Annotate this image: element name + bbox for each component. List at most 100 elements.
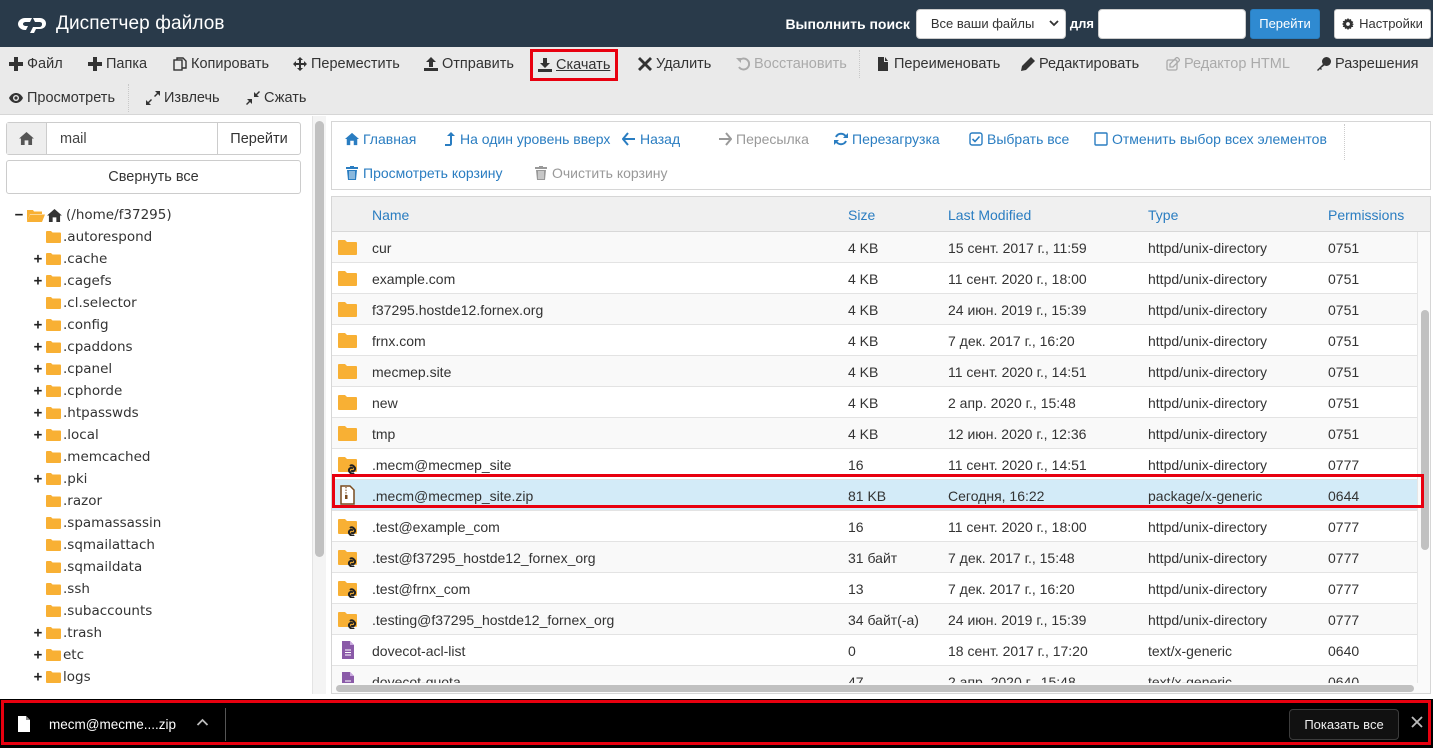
cpanel-logo[interactable]: [16, 14, 48, 34]
tree-item[interactable]: + .pki: [33, 468, 88, 490]
download-item[interactable]: mecm@mecme....zip: [14, 709, 176, 739]
file-name: tmp: [372, 426, 396, 442]
table-row[interactable]: dovecot-acl-list 0 18 сент. 2017 г., 17:20…: [332, 635, 1417, 666]
rename-button[interactable]: Переименовать: [876, 51, 1000, 77]
nav-reload-link[interactable]: Перезагрузка: [834, 131, 940, 147]
chevron-up-icon[interactable]: [196, 717, 209, 727]
table-row[interactable]: tmp 4 KB 12 июн. 2020 г., 12:36 httpd/unix-…: [332, 418, 1417, 449]
column-header-name[interactable]: Name: [372, 207, 409, 223]
view-trash-link[interactable]: Просмотреть корзину: [345, 165, 503, 181]
restore-button[interactable]: Восстановить: [736, 51, 847, 77]
tree-item[interactable]: + etc: [33, 644, 84, 666]
tree-scrollbar[interactable]: [312, 116, 326, 694]
tree-item[interactable]: + .htpasswds: [33, 402, 139, 424]
show-all-downloads-button[interactable]: Показать все: [1289, 709, 1399, 740]
expand-toggle-icon[interactable]: +: [33, 361, 43, 377]
tree-item[interactable]: + .cache: [33, 248, 108, 270]
tree-item[interactable]: .subaccounts: [33, 600, 152, 622]
new-folder-button[interactable]: Папка: [88, 51, 147, 77]
path-go-button[interactable]: Перейти: [218, 123, 300, 154]
compress-button[interactable]: Сжать: [246, 85, 306, 111]
path-input[interactable]: mail: [47, 123, 218, 154]
view-button[interactable]: Просмотреть: [9, 85, 115, 111]
tree-item[interactable]: .memcached: [33, 446, 150, 468]
table-horizontal-scrollbar-thumb[interactable]: [336, 685, 1414, 692]
nav-up-level-link[interactable]: На один уровень вверх: [442, 131, 610, 147]
expand-toggle-icon[interactable]: +: [33, 647, 43, 663]
collapse-all-button[interactable]: Свернуть все: [6, 160, 301, 194]
tree-item[interactable]: + logs: [33, 666, 91, 688]
table-row[interactable]: .test@f37295_hostde12_fornex_org 31 байт 7…: [332, 542, 1417, 573]
expand-toggle-icon[interactable]: +: [33, 317, 43, 333]
permissions-button[interactable]: Разрешения: [1317, 51, 1419, 77]
table-row[interactable]: .test@example_com 16 11 сент. 2020 г., 18:…: [332, 511, 1417, 542]
table-row[interactable]: .mecm@mecmep_site 16 11 сент. 2020 г., 14:…: [332, 449, 1417, 480]
tree-item[interactable]: + .cphorde: [33, 380, 123, 402]
expand-toggle-icon[interactable]: +: [33, 427, 43, 443]
html-editor-button[interactable]: Редактор HTML: [1166, 51, 1290, 77]
path-home-button[interactable]: [7, 123, 47, 154]
table-row[interactable]: new 4 KB 2 апр. 2020 г., 15:48 httpd/unix-d…: [332, 387, 1417, 418]
search-go-button[interactable]: Перейти: [1250, 8, 1320, 39]
tree-item[interactable]: + .cagefs: [33, 270, 112, 292]
file-size: 13: [848, 581, 864, 597]
expand-toggle-icon[interactable]: +: [33, 273, 43, 289]
table-vertical-scrollbar[interactable]: [1417, 232, 1430, 684]
tree-item[interactable]: + .cpaddons: [33, 336, 133, 358]
collapse-toggle-icon[interactable]: −: [14, 207, 24, 223]
delete-button[interactable]: Удалить: [638, 51, 711, 77]
tree-root[interactable]: − (/home/f37295): [14, 204, 172, 226]
expand-toggle-icon[interactable]: +: [33, 471, 43, 487]
table-row[interactable]: example.com 4 KB 11 сент. 2020 г., 18:00 ht…: [332, 263, 1417, 294]
column-header-permissions[interactable]: Permissions: [1328, 207, 1404, 223]
column-header-last-modified[interactable]: Last Modified: [948, 207, 1031, 223]
table-row[interactable]: .test@frnx_com 13 7 дек. 2017 г., 16:20 htt…: [332, 573, 1417, 604]
tree-item[interactable]: .razor: [33, 490, 102, 512]
table-horizontal-scrollbar[interactable]: [332, 683, 1430, 693]
table-row[interactable]: .testing@f37295_hostde12_fornex_org 34 ба…: [332, 604, 1417, 635]
tree-item[interactable]: + .config: [33, 314, 109, 336]
edit-button[interactable]: Редактировать: [1021, 51, 1139, 77]
tree-scrollbar-thumb[interactable]: [315, 121, 324, 557]
tree-item[interactable]: .ssh: [33, 578, 90, 600]
tree-item[interactable]: .spamassassin: [33, 512, 161, 534]
new-file-button[interactable]: Файл: [9, 51, 63, 77]
expand-toggle-icon[interactable]: +: [33, 669, 43, 685]
table-row[interactable]: frnx.com 4 KB 7 дек. 2017 г., 16:20 httpd/u…: [332, 325, 1417, 356]
close-icon[interactable]: [1410, 715, 1424, 729]
tree-item[interactable]: .sqmailattach: [33, 534, 155, 556]
expand-toggle-icon[interactable]: +: [33, 625, 43, 641]
tree-item[interactable]: .cl.selector: [33, 292, 137, 314]
expand-toggle-icon[interactable]: +: [33, 251, 43, 267]
table-row[interactable]: f37295.hostde12.fornex.org 4 KB 24 июн. 20…: [332, 294, 1417, 325]
tree-item[interactable]: + .cpanel: [33, 358, 112, 380]
expand-toggle-icon[interactable]: +: [33, 339, 43, 355]
table-row[interactable]: cur 4 KB 15 сент. 2017 г., 11:59 httpd/unix…: [332, 232, 1417, 263]
file-size: 4 KB: [848, 302, 879, 318]
nav-home-link[interactable]: Главная: [345, 131, 416, 147]
deselect-all-link[interactable]: Отменить выбор всех элементов: [1094, 131, 1327, 147]
select-all-link[interactable]: Выбрать все: [969, 131, 1069, 147]
tree-item[interactable]: + .local: [33, 424, 99, 446]
nav-back-link[interactable]: Назад: [622, 131, 680, 147]
table-row[interactable]: mecmep.site 4 KB 11 сент. 2020 г., 14:51 ht…: [332, 356, 1417, 387]
tree-item[interactable]: .sqmaildata: [33, 556, 142, 578]
tree-item[interactable]: + .trash: [33, 622, 102, 644]
table-vertical-scrollbar-thumb[interactable]: [1421, 310, 1429, 550]
download-button[interactable]: Скачать: [529, 49, 619, 81]
table-row-selected[interactable]: .mecm@mecmep_site.zip 81 KB Сегодня, 16:22…: [332, 480, 1417, 511]
move-button[interactable]: Переместить: [293, 51, 400, 77]
tree-item[interactable]: .autorespond: [33, 226, 152, 248]
copy-button[interactable]: Копировать: [173, 51, 269, 77]
settings-button[interactable]: Настройки: [1334, 8, 1431, 39]
column-header-type[interactable]: Type: [1148, 207, 1178, 223]
search-scope-select[interactable]: Все ваши файлы: [915, 8, 1066, 39]
search-input[interactable]: [1098, 8, 1246, 39]
column-header-size[interactable]: Size: [848, 207, 875, 223]
upload-button[interactable]: Отправить: [424, 51, 514, 77]
empty-trash-link[interactable]: Очистить корзину: [534, 165, 668, 181]
expand-toggle-icon[interactable]: +: [33, 383, 43, 399]
extract-button[interactable]: Извлечь: [146, 85, 220, 111]
nav-forward-link[interactable]: Пересылка: [718, 131, 809, 147]
expand-toggle-icon[interactable]: +: [33, 405, 43, 421]
